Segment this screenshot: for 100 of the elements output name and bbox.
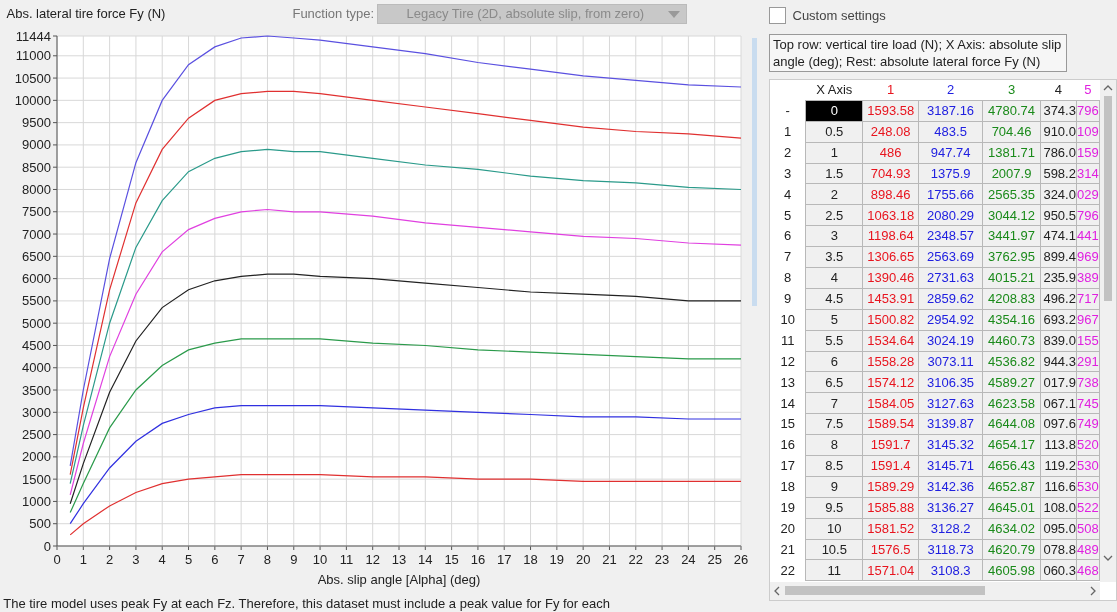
- custom-settings-label: Custom settings: [792, 7, 886, 25]
- column-header[interactable]: 2: [918, 79, 983, 101]
- table-cell[interactable]: 8.5: [805, 455, 863, 477]
- table-cell[interactable]: 7: [805, 392, 863, 414]
- x-tick-label: 17: [497, 552, 512, 567]
- x-tick-label: 0: [53, 552, 61, 567]
- x-tick-label: 3: [132, 552, 140, 567]
- row-header[interactable]: 14: [770, 392, 806, 414]
- row-header[interactable]: 9: [770, 288, 806, 310]
- row-header[interactable]: -: [770, 100, 806, 122]
- y-tick-label: 6500: [22, 248, 51, 264]
- column-header[interactable]: 1: [862, 79, 919, 101]
- table-cell[interactable]: 1: [805, 142, 863, 164]
- table-cell[interactable]: 10: [805, 518, 863, 540]
- row-header[interactable]: 10: [770, 309, 806, 331]
- scroll-right-icon[interactable]: [1089, 585, 1097, 596]
- y-tick-label: 10000: [14, 92, 51, 108]
- x-tick-label: 1: [79, 552, 87, 567]
- row-header[interactable]: 11: [770, 330, 806, 352]
- x-tick-label: 19: [549, 552, 565, 567]
- y-tick-label: 11444: [15, 28, 51, 44]
- row-header[interactable]: 12: [770, 351, 806, 372]
- table-cell[interactable]: 4780.74: [982, 100, 1041, 122]
- row-header[interactable]: 5: [770, 204, 806, 226]
- row-header[interactable]: 8: [770, 267, 806, 289]
- table-cell[interactable]: 3: [805, 225, 863, 247]
- info-text: The tire model uses peak Fy at each Fz. Therefore, this dataset must include a peak value for Fy for each: [3, 595, 611, 612]
- scroll-up-icon[interactable]: [1103, 83, 1113, 92]
- chart-title: Abs. lateral tire force Fy (N): [6, 5, 166, 24]
- table-cell[interactable]: 0.5: [805, 121, 863, 143]
- column-header[interactable]: 5: [1076, 79, 1100, 101]
- column-header[interactable]: 3: [982, 79, 1041, 101]
- row-header[interactable]: 1: [770, 121, 806, 143]
- row-header[interactable]: 16: [770, 434, 806, 456]
- vertical-scrollbar[interactable]: [1100, 79, 1116, 582]
- row-header[interactable]: 3: [770, 163, 806, 184]
- table-cell[interactable]: 9.5: [805, 497, 863, 519]
- y-tick-label: 8500: [22, 159, 51, 175]
- table-cell[interactable]: 3.5: [805, 246, 863, 268]
- row-header[interactable]: 19: [770, 497, 806, 519]
- y-tick-label: 5000: [22, 315, 51, 331]
- table-cell[interactable]: 4: [805, 267, 863, 289]
- horizontal-scrollbar[interactable]: [770, 581, 1100, 600]
- row-header[interactable]: 22: [770, 560, 806, 581]
- row-header[interactable]: 6: [770, 225, 806, 247]
- x-tick-label: 25: [707, 552, 722, 567]
- note-text: Top row: vertical tire load (N); X Axis: absolute slip angle (deg); Rest: absolute lateral force Fy (N): [769, 33, 1067, 72]
- table-cell[interactable]: 374.3: [1040, 100, 1077, 122]
- row-header[interactable]: 20: [770, 518, 806, 540]
- x-tick-label: 8: [263, 552, 272, 567]
- table-cell[interactable]: 9: [805, 476, 863, 498]
- x-tick-label: 23: [654, 552, 670, 567]
- x-tick-label: 13: [391, 552, 407, 567]
- scroll-left-icon[interactable]: [773, 585, 781, 596]
- table-cell[interactable]: 5: [805, 309, 863, 331]
- custom-settings-checkbox[interactable]: [769, 7, 786, 25]
- table-cell[interactable]: 1.5: [805, 163, 863, 184]
- table-cell[interactable]: 3187.16: [918, 100, 983, 122]
- scroll-thumb[interactable]: [785, 586, 985, 595]
- row-header[interactable]: 7: [770, 246, 806, 268]
- row-header[interactable]: 2: [770, 142, 806, 164]
- y-tick-label: 4500: [22, 337, 51, 353]
- row-header[interactable]: 17: [770, 455, 806, 477]
- y-tick-label: 500: [29, 516, 51, 532]
- y-tick-label: 9000: [22, 137, 51, 153]
- table-cell[interactable]: 6.5: [805, 371, 863, 393]
- y-tick-label: 2500: [22, 427, 51, 443]
- row-header[interactable]: 13: [770, 371, 806, 393]
- x-tick-label: 24: [681, 552, 696, 567]
- x-tick-label: 12: [365, 552, 380, 567]
- table-cell[interactable]: 0: [805, 100, 863, 122]
- y-tick-label: 4000: [22, 360, 51, 376]
- x-tick-label: 10: [312, 552, 328, 567]
- y-tick-label: 5500: [22, 293, 51, 309]
- table-cell[interactable]: 5.5: [805, 330, 863, 352]
- table-cell[interactable]: 1593.58: [862, 100, 919, 122]
- table-cell[interactable]: 2.5: [805, 204, 863, 226]
- table-cell[interactable]: 7.5: [805, 413, 863, 435]
- column-header[interactable]: X Axis: [805, 79, 863, 101]
- table-cell[interactable]: 11: [805, 560, 863, 581]
- table-cell[interactable]: 4.5: [805, 288, 863, 310]
- row-header[interactable]: 21: [770, 539, 806, 560]
- y-tick-label: 2000: [22, 449, 51, 465]
- x-tick-label: 9: [290, 552, 298, 567]
- function-type-label: Function type:: [292, 5, 375, 24]
- scroll-down-icon[interactable]: [1103, 553, 1113, 562]
- y-tick-label: 7500: [22, 204, 51, 220]
- row-header[interactable]: 15: [770, 413, 806, 435]
- table-cell[interactable]: 8: [805, 434, 863, 456]
- x-axis-title: Abs. slip angle [Alpha] (deg): [317, 572, 481, 587]
- table-cell[interactable]: 2: [805, 183, 863, 205]
- table-cell[interactable]: 6: [805, 351, 863, 372]
- row-header[interactable]: 18: [770, 476, 806, 498]
- row-header[interactable]: 4: [770, 183, 806, 205]
- x-tick-label: 4: [158, 552, 166, 567]
- scroll-thumb[interactable]: [1104, 95, 1112, 301]
- table-cell[interactable]: 10.5: [805, 539, 863, 560]
- x-tick-label: 18: [523, 552, 538, 567]
- x-tick-label: 26: [733, 552, 749, 567]
- column-header[interactable]: 4: [1040, 79, 1077, 101]
